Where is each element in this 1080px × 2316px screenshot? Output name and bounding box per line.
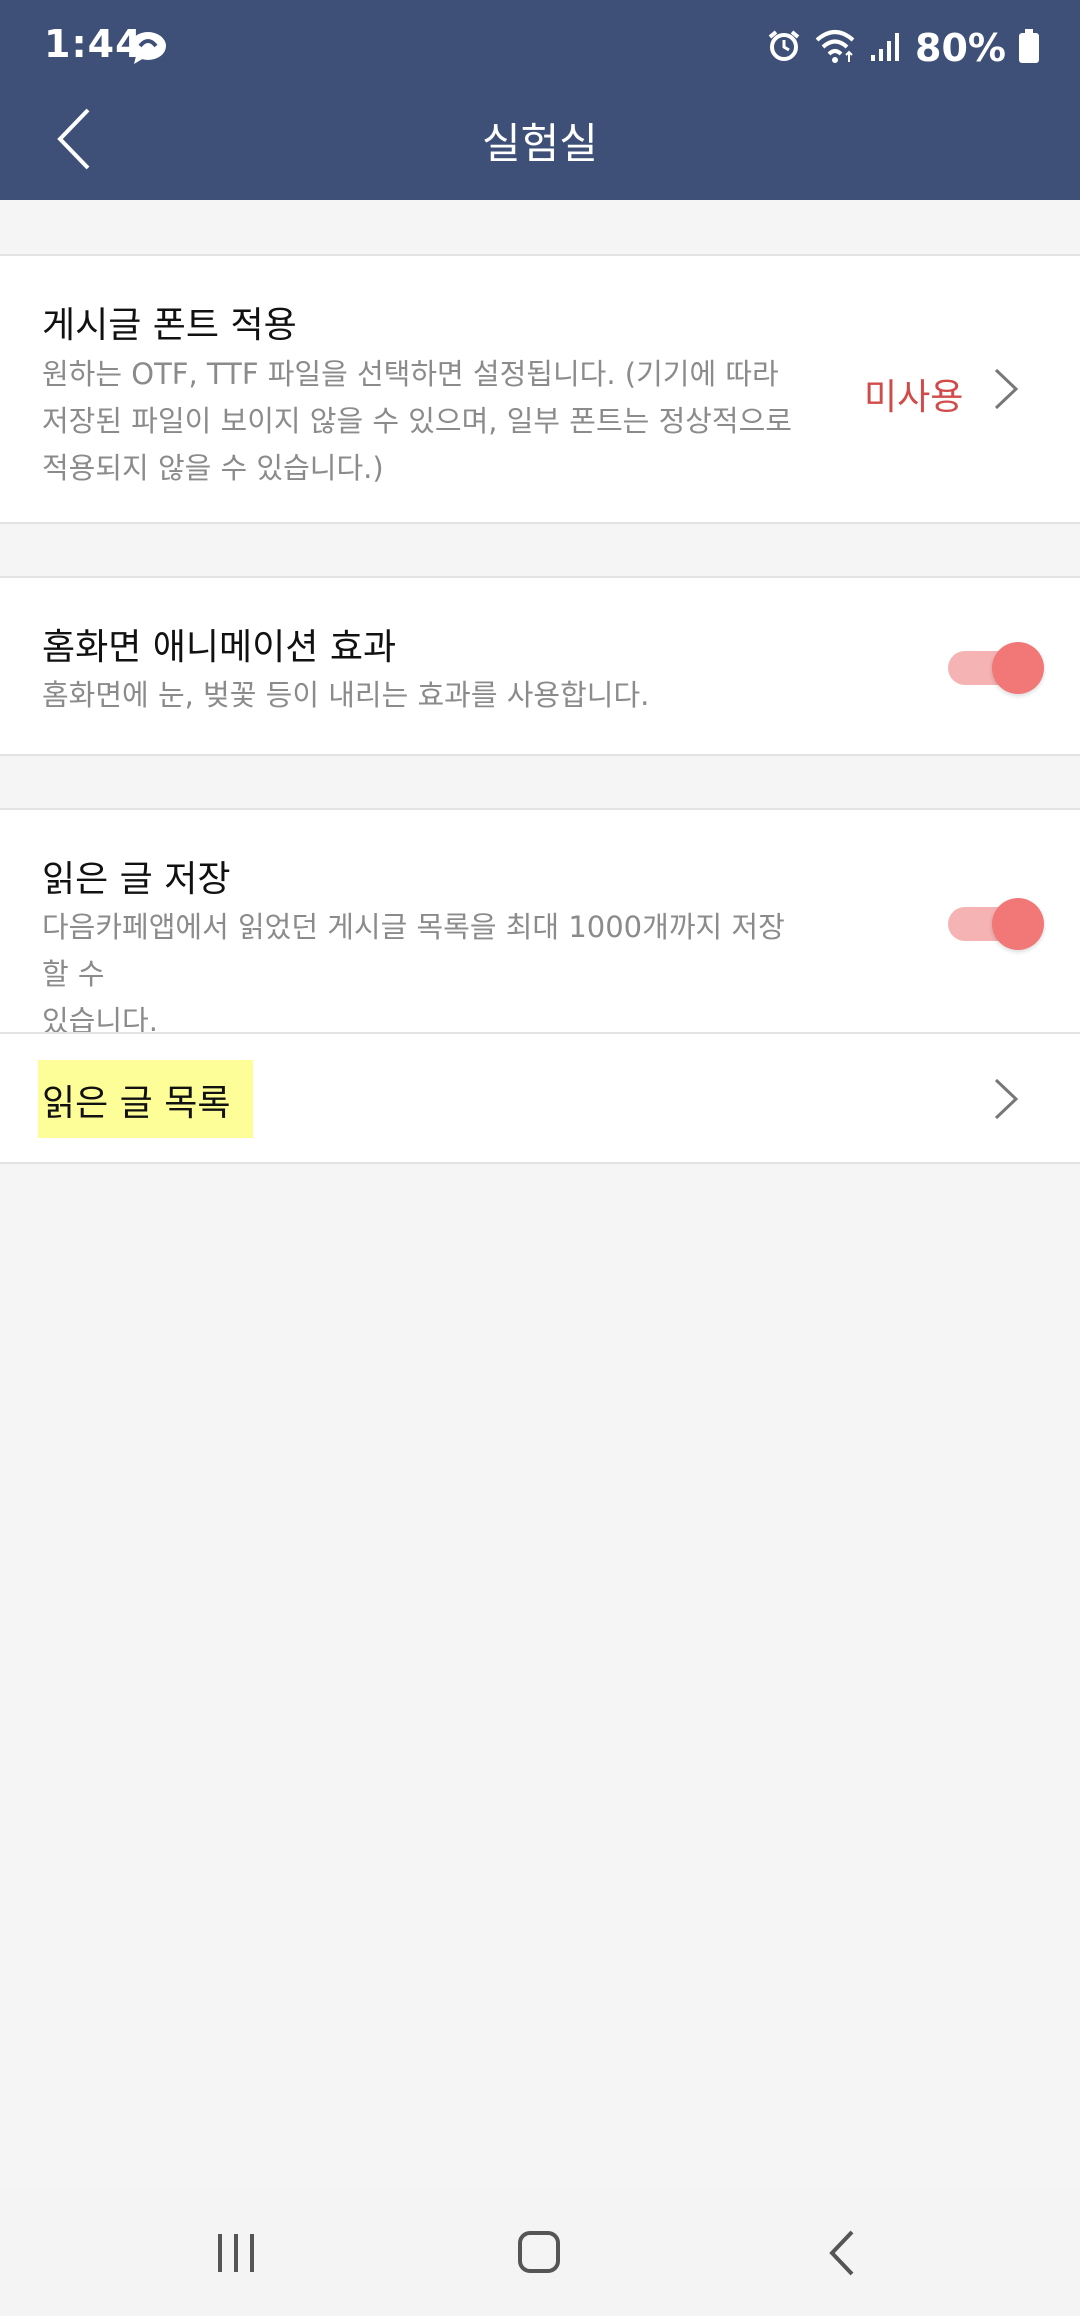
save-read-toggle[interactable] [948,894,1044,950]
save-read-description: 다음카페앱에서 읽었던 게시글 목록을 최대 1000개까지 저장할 수 있습니… [42,904,802,1045]
chevron-right-icon [990,366,1024,412]
font-setting-description: 원하는 OTF, TTF 파일을 선택하면 설정됩니다. (기기에 따라 저장된… [42,351,802,492]
read-posts-section: 읽은 글 저장 다음카페앱에서 읽었던 게시글 목록을 최대 1000개까지 저… [0,808,1080,1164]
battery-icon [1018,29,1040,67]
alarm-icon [767,29,801,67]
signal-icon [869,29,903,67]
read-list-row[interactable]: 읽은 글 목록 [0,1034,1080,1164]
page-title: 실험실 [482,119,598,168]
save-read-title: 읽은 글 저장 [42,859,231,900]
battery-percent: 80% [915,26,1006,70]
read-list-title: 읽은 글 목록 [42,1083,231,1124]
home-animation-row: 홈화면 애니메이션 효과 홈화면에 눈, 벚꽃 등이 내리는 효과를 사용합니다… [0,576,1080,756]
home-animation-description: 홈화면에 눈, 벚꽃 등이 내리는 효과를 사용합니다. [42,678,650,712]
home-icon[interactable] [500,2218,580,2288]
home-animation-title: 홈화면 애니메이션 효과 [42,627,397,668]
wifi-icon [813,28,857,68]
toggle-knob [992,898,1044,950]
status-bar: 1:44 80% [0,0,1080,96]
home-animation-toggle[interactable] [948,638,1044,694]
system-nav-bar [0,2190,1080,2316]
font-setting-title: 게시글 폰트 적용 [42,305,297,346]
desc-line: 원하는 OTF, TTF 파일을 선택하면 설정됩니다. (기기에 따라 [42,357,779,391]
desc-line: 적용되지 않을 수 있습니다.) [42,451,384,485]
font-setting-value: 미사용 [864,377,964,418]
back-icon[interactable] [802,2218,882,2288]
app-header: 1:44 80% 실험실 [0,0,1080,200]
status-right: 80% [767,22,1040,74]
chevron-right-icon [990,1076,1024,1122]
font-setting-row[interactable]: 게시글 폰트 적용 원하는 OTF, TTF 파일을 선택하면 설정됩니다. (… [0,254,1080,524]
desc-line: 다음카페앱에서 읽었던 게시글 목록을 최대 1000개까지 저장할 수 [42,910,785,991]
toggle-knob [992,642,1044,694]
recent-apps-icon[interactable] [196,2218,276,2288]
desc-line: 저장된 파일이 보이지 않을 수 있으며, 일부 폰트는 정상적으로 [42,404,792,438]
talk-icon [128,30,168,66]
